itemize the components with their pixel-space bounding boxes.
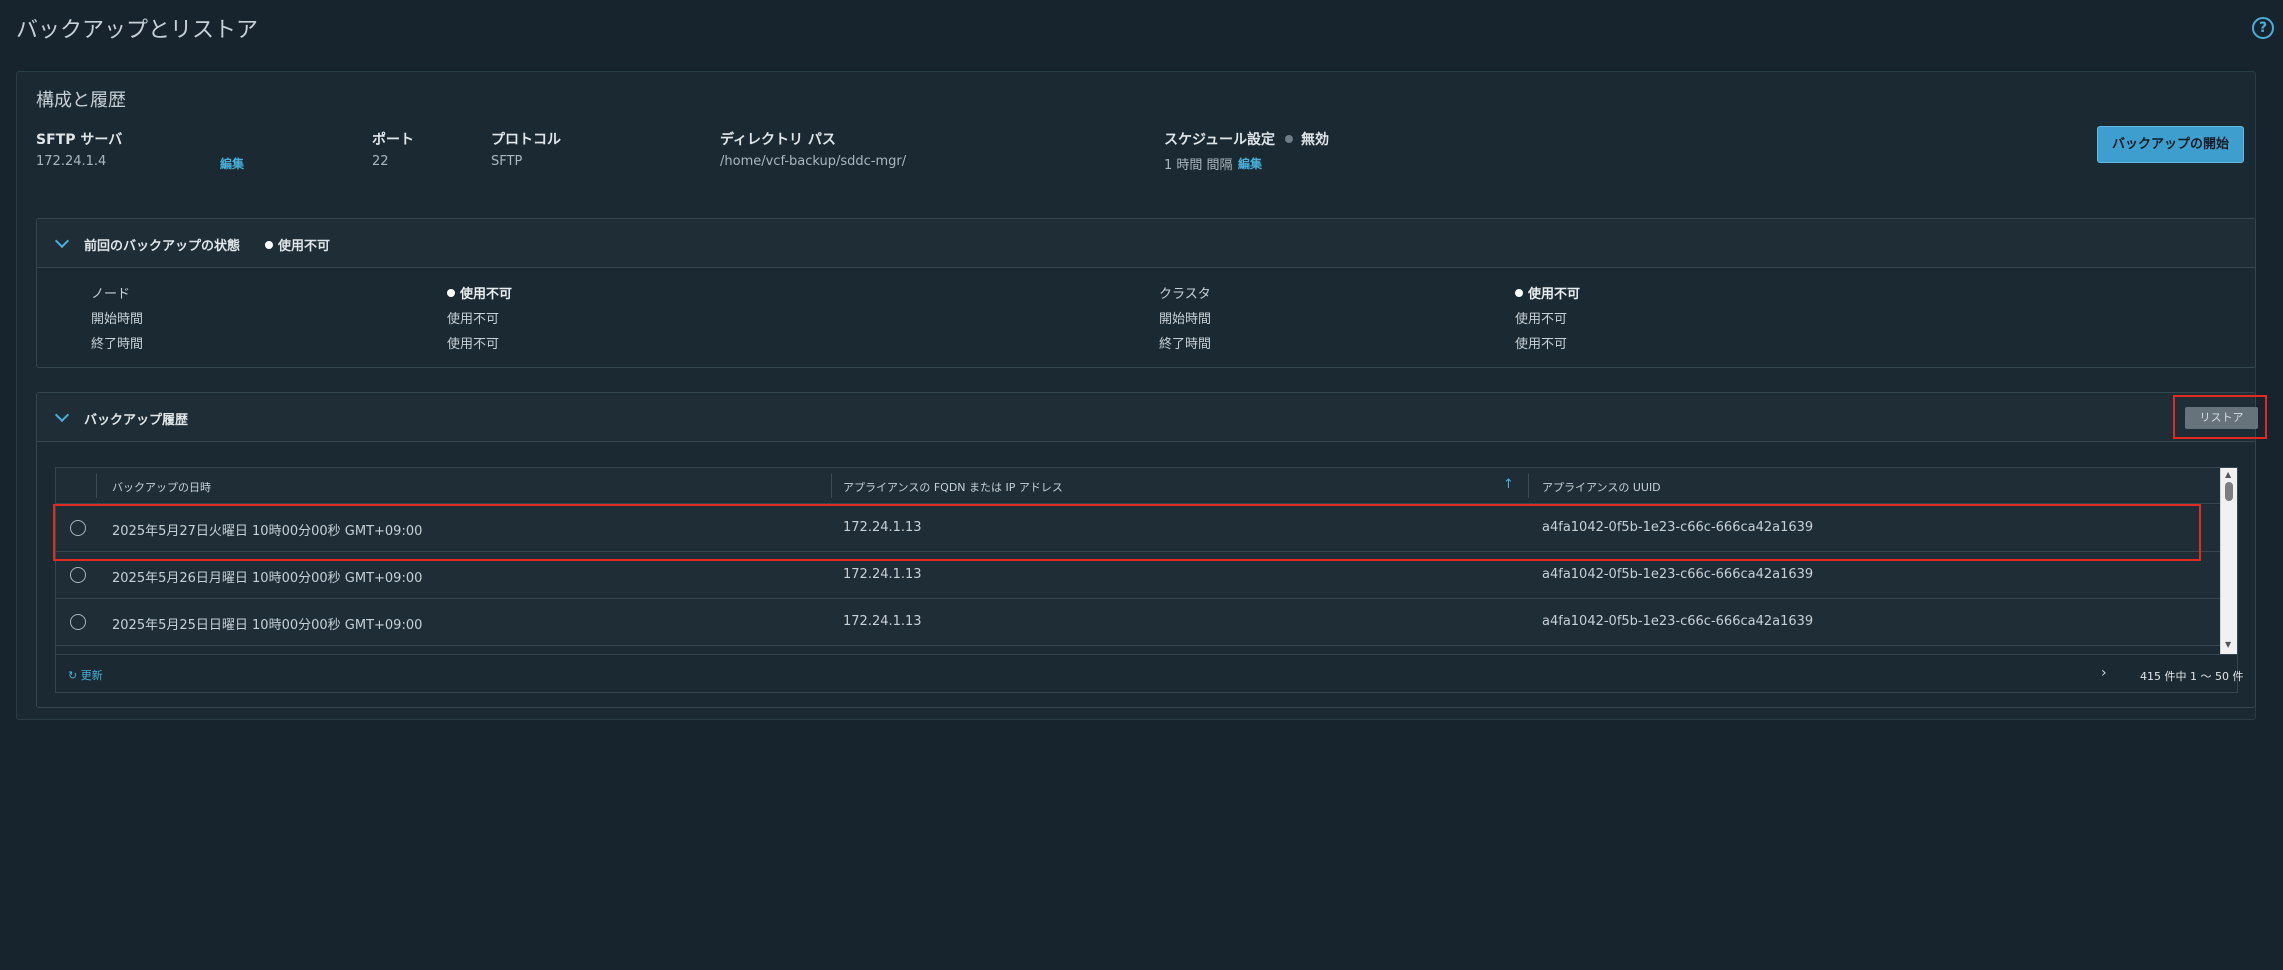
- column-separator: [96, 474, 97, 498]
- scroll-up-icon[interactable]: ▲: [2225, 470, 2231, 479]
- row-fqdn: 172.24.1.13: [843, 614, 922, 629]
- row-date: 2025年5月25日日曜日 10時00分00秒 GMT+09:00: [112, 618, 423, 633]
- port-value: 22: [372, 154, 389, 169]
- refresh-button[interactable]: ↻ 更新: [68, 667, 103, 683]
- paging-info: 415 件中 1 ～ 50 件: [2140, 670, 2244, 683]
- column-separator[interactable]: [831, 474, 832, 498]
- row-fqdn: 172.24.1.13: [843, 520, 922, 535]
- scroll-down-icon[interactable]: ▼: [2225, 640, 2231, 649]
- last-backup-title: 前回のバックアップの状態: [84, 239, 241, 254]
- grid-scrollbar[interactable]: ▲ ▼: [2220, 468, 2237, 654]
- protocol-value: SFTP: [491, 154, 523, 169]
- table-row[interactable]: 2025年5月25日日曜日 10時00分00秒 GMT+09:00 172.24…: [56, 599, 2220, 646]
- schedule-label: スケジュール設定 無効: [1164, 129, 1329, 149]
- refresh-label: 更新: [80, 669, 103, 682]
- directory-path-value: /home/vcf-backup/sddc-mgr/: [720, 154, 907, 169]
- node-end-value: 使用不可: [447, 337, 500, 352]
- cluster-end-label: 終了時間: [1159, 337, 1212, 352]
- last-backup-header[interactable]: 前回のバックアップの状態 使用不可: [37, 219, 2255, 268]
- node-end-label: 終了時間: [91, 337, 144, 352]
- node-start-value: 使用不可: [447, 312, 500, 327]
- table-row[interactable]: 2025年5月27日火曜日 10時00分00秒 GMT+09:00 172.24…: [56, 505, 2220, 552]
- table-row[interactable]: 2025年5月26日月曜日 10時00分00秒 GMT+09:00 172.24…: [56, 552, 2220, 599]
- schedule-status: 無効: [1301, 132, 1330, 148]
- column-header-uuid[interactable]: アプライアンスの UUID: [1542, 479, 1661, 495]
- status-dot-icon: [1515, 289, 1523, 297]
- row-uuid: a4fa1042-0f5b-1e23-c66c-666ca42a1639: [1542, 614, 1814, 629]
- sftp-server-value: 172.24.1.4: [36, 154, 107, 169]
- page-title: バックアップとリストア: [16, 18, 259, 43]
- node-start-label: 開始時間: [91, 312, 144, 327]
- last-backup-status: 使用不可: [265, 235, 330, 254]
- schedule-value: 1 時間 間隔: [1164, 158, 1233, 173]
- backup-history-panel: バックアップ履歴 リストア バックアップの日時 アプライアンスの FQDN また…: [36, 392, 2267, 708]
- sftp-server-label: SFTP サーバ: [36, 132, 123, 148]
- backup-history-grid: バックアップの日時 アプライアンスの FQDN または IP アドレス ↑ アプ…: [53, 467, 2243, 693]
- cluster-status-text: 使用不可: [1528, 287, 1581, 302]
- column-header-fqdn[interactable]: アプライアンスの FQDN または IP アドレス: [843, 479, 1063, 495]
- config-history-card: 構成と履歴 SFTP サーバ 172.24.1.4 編集 ポート 22 プロトコ…: [16, 71, 2267, 720]
- refresh-icon: ↻: [68, 669, 78, 682]
- node-label: ノード: [91, 287, 131, 302]
- directory-path-label: ディレクトリ パス: [720, 132, 836, 148]
- help-icon[interactable]: ?: [2252, 17, 2274, 39]
- scrollbar-thumb[interactable]: [2225, 482, 2233, 501]
- card-title: 構成と履歴: [36, 90, 126, 111]
- row-fqdn: 172.24.1.13: [843, 567, 922, 582]
- column-separator[interactable]: [1528, 474, 1529, 498]
- node-status: 使用不可: [447, 283, 512, 302]
- backup-history-title: バックアップ履歴: [84, 413, 189, 428]
- row-radio[interactable]: [70, 614, 86, 630]
- cluster-status: 使用不可: [1515, 283, 1580, 302]
- backup-history-header[interactable]: バックアップ履歴 リストア: [37, 393, 2267, 442]
- schedule-label-text: スケジュール設定: [1164, 132, 1276, 148]
- row-uuid: a4fa1042-0f5b-1e23-c66c-666ca42a1639: [1542, 520, 1814, 535]
- next-page-icon[interactable]: ›: [2101, 665, 2107, 681]
- chevron-down-icon[interactable]: [54, 233, 70, 249]
- start-backup-button[interactable]: バックアップの開始: [2097, 126, 2244, 163]
- column-header-date[interactable]: バックアップの日時: [112, 479, 211, 495]
- cluster-start-value: 使用不可: [1515, 312, 1568, 327]
- row-date: 2025年5月27日火曜日 10時00分00秒 GMT+09:00: [112, 524, 423, 539]
- last-backup-panel: 前回のバックアップの状態 使用不可 ノード 使用不可 開始時間 使用不可 終了時…: [36, 218, 2256, 368]
- node-status-text: 使用不可: [460, 287, 513, 302]
- protocol-label: プロトコル: [491, 132, 561, 148]
- row-date: 2025年5月26日月曜日 10時00分00秒 GMT+09:00: [112, 571, 423, 586]
- grid-footer: ↻ 更新 › 415 件中 1 ～ 50 件: [56, 654, 2243, 692]
- row-radio[interactable]: [70, 520, 86, 536]
- status-dot-icon: [265, 241, 273, 249]
- cluster-end-value: 使用不可: [1515, 337, 1568, 352]
- status-dot-icon: [447, 289, 455, 297]
- row-uuid: a4fa1042-0f5b-1e23-c66c-666ca42a1639: [1542, 567, 1814, 582]
- sftp-edit-link[interactable]: 編集: [220, 155, 244, 172]
- sort-ascending-icon[interactable]: ↑: [1503, 477, 1514, 492]
- chevron-down-icon[interactable]: [54, 407, 70, 423]
- port-label: ポート: [372, 132, 414, 148]
- last-backup-status-text: 使用不可: [278, 239, 331, 254]
- schedule-edit-link[interactable]: 編集: [1238, 155, 1262, 172]
- restore-button[interactable]: リストア: [2185, 407, 2258, 429]
- schedule-status-dot-icon: [1285, 135, 1294, 143]
- restore-highlight: リストア: [2173, 395, 2267, 439]
- row-radio[interactable]: [70, 567, 86, 583]
- cluster-start-label: 開始時間: [1159, 312, 1212, 327]
- cluster-label: クラスタ: [1159, 287, 1211, 302]
- grid-header: バックアップの日時 アプライアンスの FQDN または IP アドレス ↑ アプ…: [56, 468, 2220, 504]
